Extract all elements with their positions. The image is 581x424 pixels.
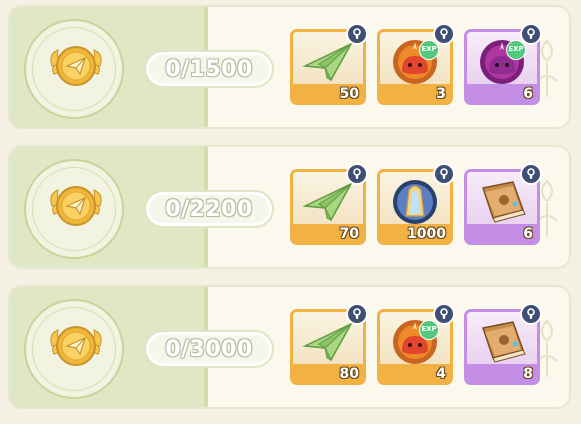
reward-tier-row: 0/3000 80 4 EXP 8	[8, 285, 571, 409]
lock-icon	[433, 303, 455, 325]
medal-paper-plane-icon	[46, 36, 106, 96]
lock-icon	[520, 303, 542, 325]
lock-icon	[433, 163, 455, 185]
exp-badge-icon: EXP	[506, 40, 526, 60]
item-quantity: 8	[523, 366, 533, 382]
progress-counter: 0/2200	[144, 190, 274, 228]
medal-paper-plane-icon	[46, 316, 106, 376]
paper-plane-icon	[301, 316, 355, 366]
skill-book-icon	[475, 176, 529, 226]
item-quantity: 80	[339, 366, 359, 382]
exp-badge-icon: EXP	[419, 40, 439, 60]
item-quantity: 1000	[407, 226, 446, 242]
lock-icon	[520, 23, 542, 45]
item-quantity: 6	[523, 226, 533, 242]
lock-icon	[520, 163, 542, 185]
lock-icon	[346, 23, 368, 45]
item-quantity: 50	[339, 86, 359, 102]
item-quantity: 6	[523, 86, 533, 102]
lock-icon	[346, 303, 368, 325]
medal-paper-plane-icon	[46, 176, 106, 236]
crystal-orb-icon	[388, 176, 442, 226]
item-quantity: 3	[436, 86, 446, 102]
progress-counter: 0/3000	[144, 330, 274, 368]
reward-tier-row: 0/2200 70 1000 6	[8, 145, 571, 269]
medal-frame	[24, 19, 124, 119]
lock-icon	[433, 23, 455, 45]
lock-icon	[346, 163, 368, 185]
progress-counter: 0/1500	[144, 50, 274, 88]
item-quantity: 70	[339, 226, 359, 242]
exp-badge-icon: EXP	[419, 320, 439, 340]
medal-frame	[24, 299, 124, 399]
skill-book-icon	[475, 316, 529, 366]
paper-plane-icon	[301, 36, 355, 86]
reward-tier-row: 0/1500 50 3 EXP 6 EXP	[8, 5, 571, 129]
medal-frame	[24, 159, 124, 259]
item-quantity: 4	[436, 366, 446, 382]
paper-plane-icon	[301, 176, 355, 226]
